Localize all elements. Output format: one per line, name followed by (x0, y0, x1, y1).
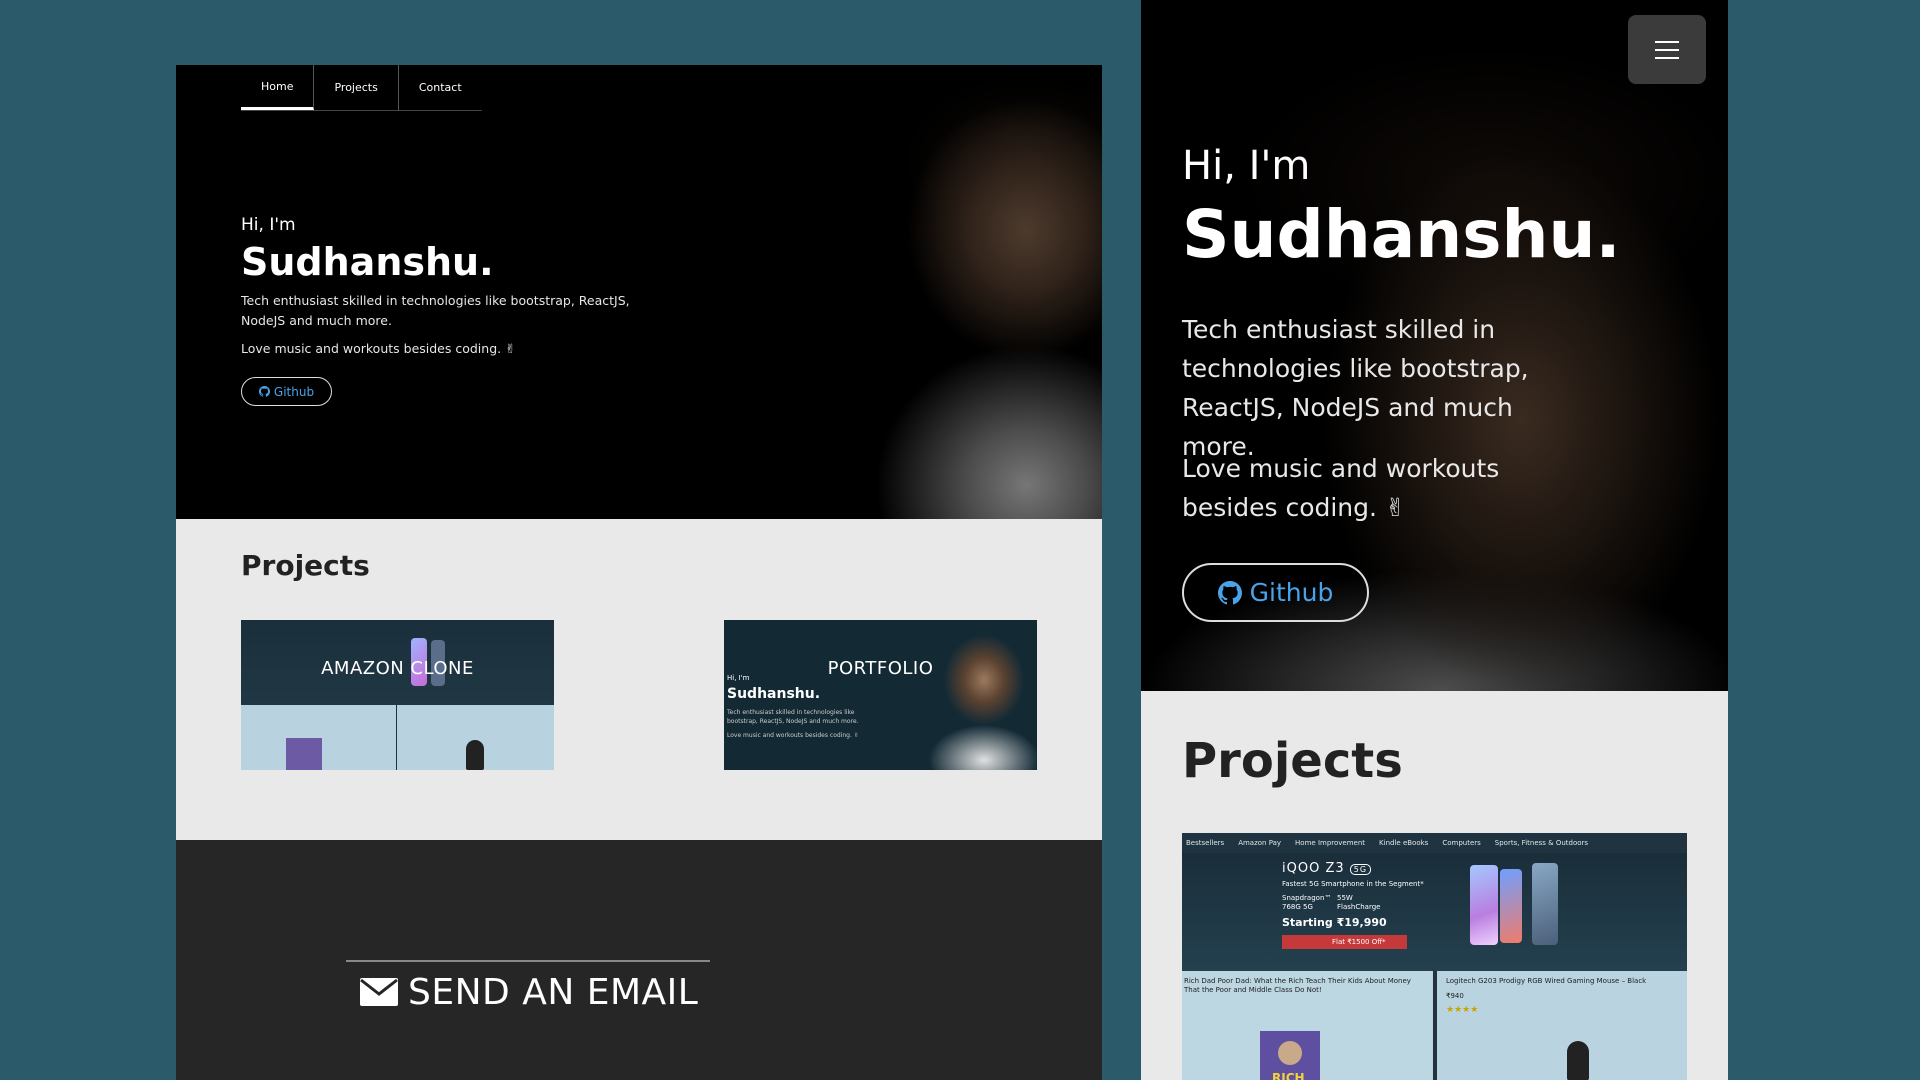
tab-home[interactable]: Home (241, 65, 315, 110)
thumb-nav-item: Home Improvement (1295, 839, 1366, 847)
rating-stars: ★★★★ (1446, 1005, 1479, 1015)
thumb-nav-item: Bestsellers (1186, 839, 1225, 847)
send-email-button[interactable]: SEND AN EMAIL (360, 968, 700, 1016)
offer-badge: Flat ₹1500 Off* (1282, 935, 1407, 949)
mobile-hero-greeting: Hi, I'm (1182, 143, 1311, 189)
thumb-description: Tech enthusiast skilled in technologies … (727, 709, 859, 725)
github-icon (258, 386, 270, 397)
mobile-project-card-amazon-clone[interactable]: Bestsellers Amazon Pay Home Improvement … (1182, 833, 1687, 1080)
portfolio-photo (924, 620, 1037, 770)
desktop-preview: Home Projects Contact Hi, I'm Sudhanshu.… (176, 65, 1102, 1080)
desktop-hero-photo (696, 65, 1102, 519)
thumb-greeting: Hi, I'm (727, 674, 750, 682)
mouse-title: Logitech G203 Prodigy RGB Wired Gaming M… (1446, 977, 1647, 985)
product-price: Starting ₹19,990 (1282, 916, 1387, 929)
book-title: Rich Dad Poor Dad: What the Rich Teach T… (1184, 977, 1411, 994)
mobile-hero-section: Hi, I'm Sudhanshu. Tech enthusiast skill… (1141, 0, 1728, 691)
mobile-hero-name: Sudhanshu. (1182, 196, 1621, 273)
phone-image (1532, 863, 1558, 945)
thumb-banner: iQOO Z3 5G Fastest 5G Smartphone in the … (1182, 853, 1687, 971)
phone-image (1470, 865, 1498, 945)
hero-name: Sudhanshu. (241, 240, 494, 284)
mobile-projects-heading: Projects (1182, 733, 1403, 789)
project-caption: PORTFOLIO (827, 658, 934, 679)
envelope-icon (360, 978, 398, 1006)
product-name: iQOO Z3 5G (1282, 861, 1372, 876)
send-email-label: SEND AN EMAIL (408, 971, 699, 1013)
hamburger-menu-icon[interactable] (1628, 15, 1706, 84)
thumb-nav-strip: Bestsellers Amazon Pay Home Improvement … (1182, 833, 1687, 853)
github-button-label: Github (273, 384, 315, 399)
mobile-github-button[interactable]: Github (1182, 563, 1369, 622)
thumb-nav-item: Amazon Pay (1238, 839, 1282, 847)
thumb-hobbies: Love music and workouts besides coding. … (727, 732, 859, 739)
github-button[interactable]: Github (241, 377, 332, 406)
mobile-preview: Hi, I'm Sudhanshu. Tech enthusiast skill… (1141, 0, 1728, 1080)
project-card-portfolio[interactable]: PORTFOLIO Hi, I'm Sudhanshu. Tech enthus… (724, 620, 1037, 770)
product-tagline: Fastest 5G Smartphone in the Segment* (1282, 880, 1424, 888)
hero-greeting: Hi, I'm (241, 215, 296, 235)
github-icon (1217, 580, 1242, 604)
thumb-product-area: Rich Dad Poor Dad: What the Rich Teach T… (1182, 971, 1687, 1080)
tab-projects[interactable]: Projects (314, 65, 399, 110)
phone-image (1500, 869, 1522, 943)
hero-hobbies: Love music and workouts besides coding. … (241, 341, 516, 356)
project-card-amazon-clone[interactable]: AMAZON CLONE (241, 620, 554, 770)
book-cover-image (286, 738, 322, 770)
thumb-nav-item: Sports, Fitness & Outdoors (1494, 839, 1589, 847)
mouse-image (1567, 1041, 1589, 1080)
book-cover-image: RICH (1260, 1031, 1320, 1080)
product-spec-1: Snapdragon™ 768G 5G (1282, 894, 1332, 911)
mouse-image (466, 740, 484, 770)
projects-heading: Projects (241, 549, 370, 582)
mobile-hero-description: Tech enthusiast skilled in technologies … (1182, 315, 1529, 461)
desktop-nav-tabs: Home Projects Contact (241, 65, 482, 111)
thumb-nav-item: Kindle eBooks (1379, 839, 1429, 847)
thumb-product-area (241, 705, 554, 770)
hero-description: Tech enthusiast skilled in technologies … (241, 293, 630, 328)
email-divider (346, 960, 710, 962)
thumb-nav-item: Computers (1442, 839, 1481, 847)
thumb-name: Sudhanshu. (727, 686, 821, 702)
mobile-hero-hobbies: Love music and workouts besides coding. … (1182, 454, 1500, 522)
product-spec-2: 55W FlashCharge (1337, 894, 1381, 911)
mouse-price: ₹940 (1446, 992, 1464, 1000)
tab-contact[interactable]: Contact (399, 65, 482, 110)
desktop-hero-section: Home Projects Contact Hi, I'm Sudhanshu.… (176, 65, 1102, 519)
project-caption: AMAZON CLONE (321, 658, 474, 679)
mobile-github-label: Github (1249, 578, 1334, 607)
thumb-divider (396, 705, 397, 770)
